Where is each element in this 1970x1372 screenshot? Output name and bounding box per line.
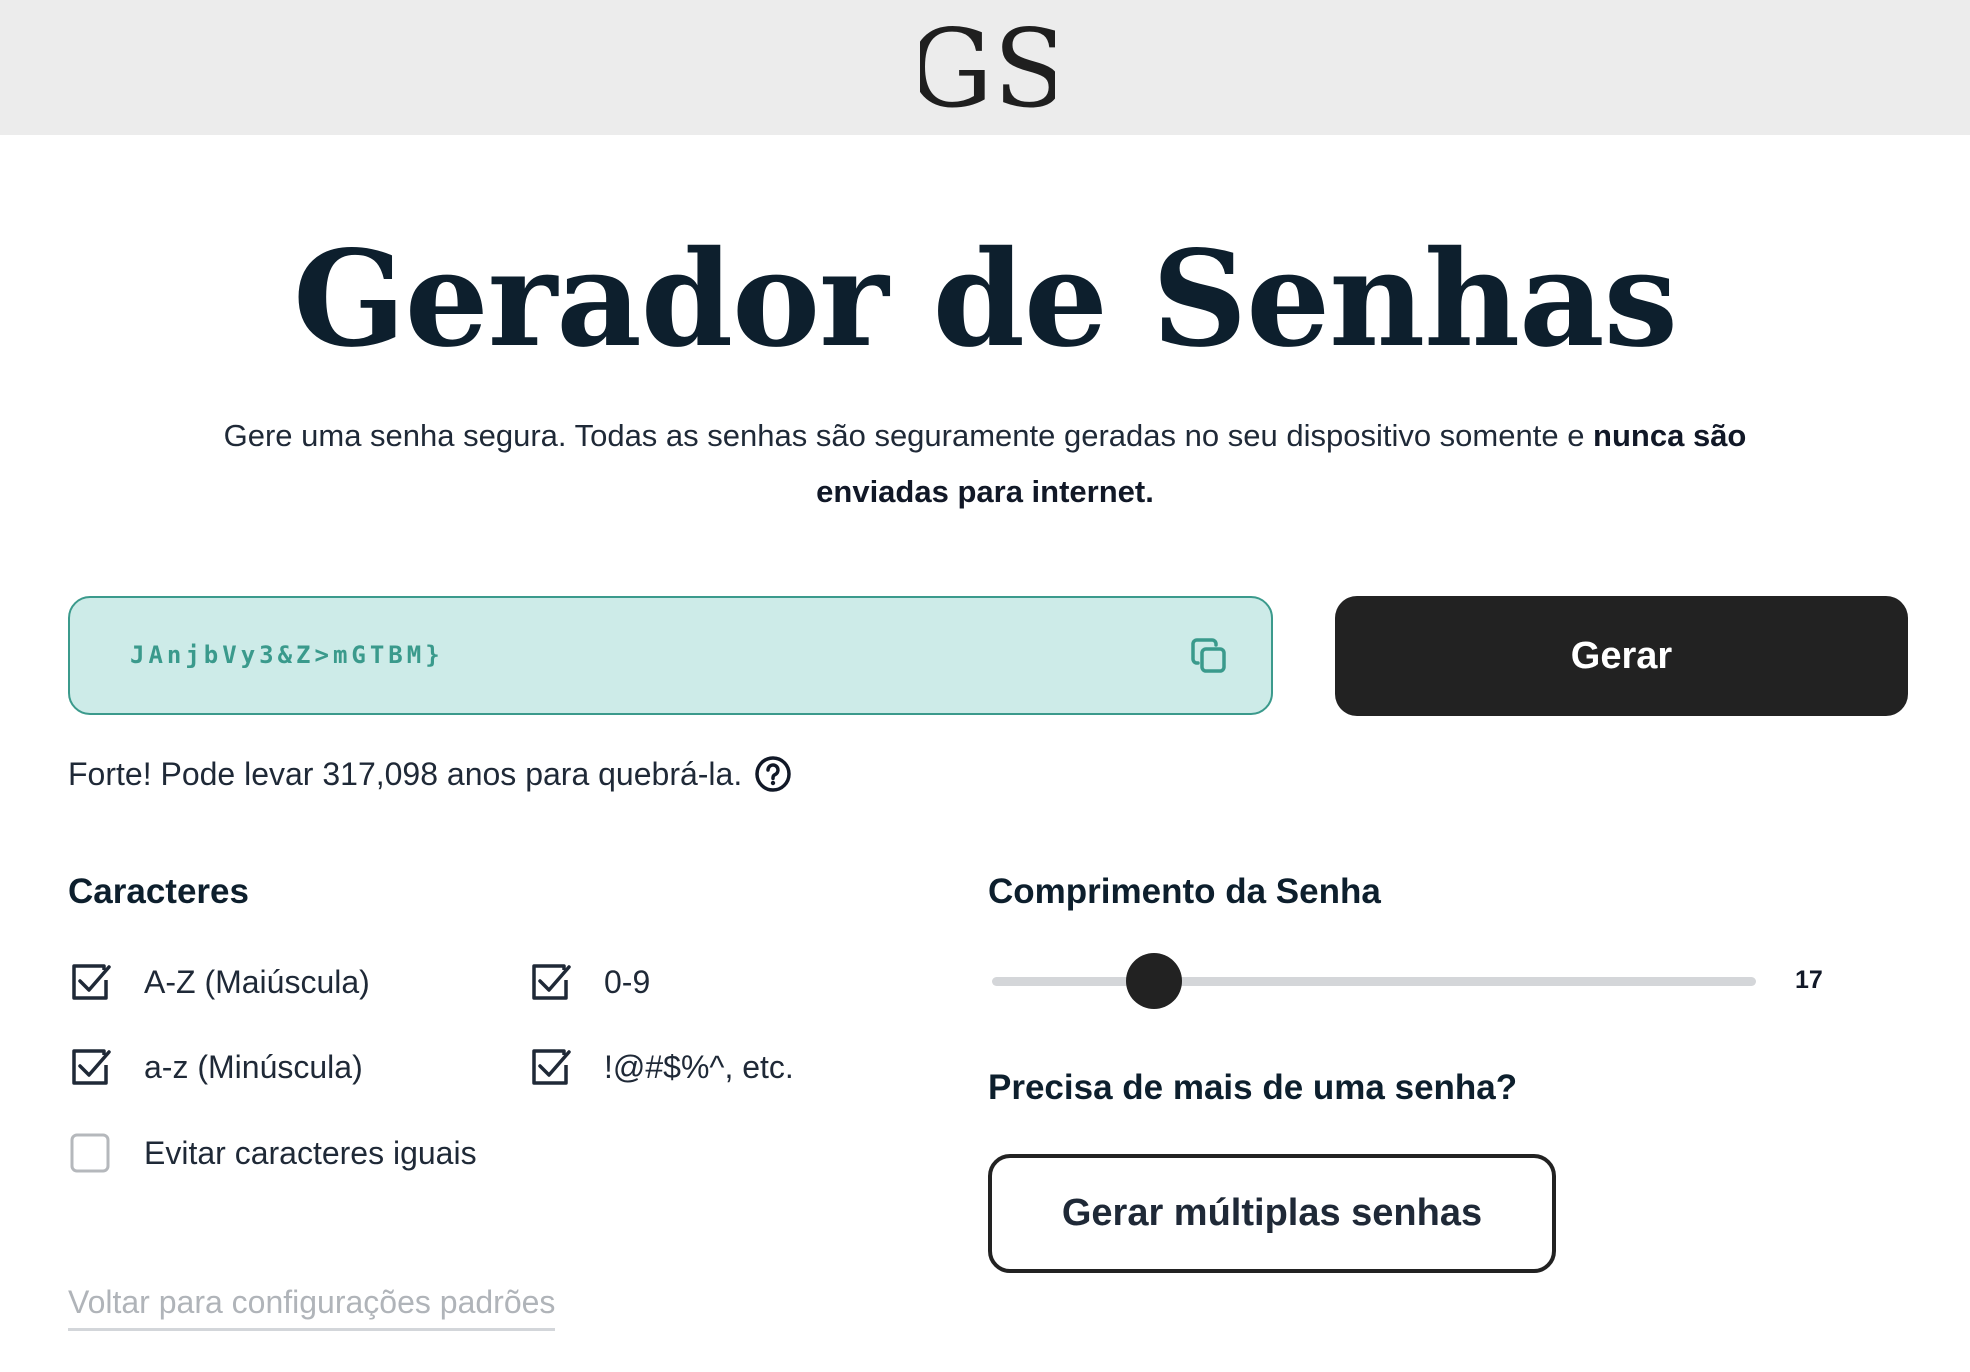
option-label: 0-9 [604,964,651,1000]
svg-text:GS: GS [920,8,1055,120]
option-label: a-z (Minúscula) [144,1049,363,1085]
generate-button[interactable]: Gerar [1335,596,1908,716]
generated-password[interactable]: JAnjbVy3&Z>mGTBM} [130,598,444,713]
question-circle-icon[interactable] [754,755,792,793]
option-label: !@#$%^, etc. [604,1049,794,1085]
checkbox-unchecked-icon[interactable] [68,1131,112,1175]
option-label: A-Z (Maiúscula) [144,964,370,1000]
option-symbols[interactable]: !@#$%^, etc. [528,1045,794,1089]
checkbox-checked-icon[interactable] [528,960,572,1004]
option-label: Evitar caracteres iguais [144,1135,477,1171]
checkbox-checked-icon[interactable] [68,960,112,1004]
length-title: Comprimento da Senha [988,872,1381,911]
option-avoid-repeats[interactable]: Evitar caracteres iguais [68,1131,477,1175]
copy-icon[interactable] [1189,636,1229,676]
strength-text: Forte! Pode levar 317,098 anos para queb… [68,756,743,792]
checkbox-checked-icon[interactable] [528,1045,572,1089]
subtitle-text: Gere uma senha segura. Todas as senhas s… [223,418,1594,453]
option-digits[interactable]: 0-9 [528,960,650,1004]
length-value: 17 [1795,966,1823,994]
option-lowercase[interactable]: a-z (Minúscula) [68,1045,363,1089]
characters-title: Caracteres [68,872,249,911]
slider-thumb[interactable] [1125,953,1182,1009]
reset-defaults-link[interactable]: Voltar para configurações padrões [68,1280,556,1331]
length-slider[interactable] [992,953,1756,1009]
checkbox-checked-icon[interactable] [68,1045,112,1089]
page-subtitle: Gere uma senha segura. Todas as senhas s… [215,408,1755,520]
top-header: GS [0,0,1970,135]
multiple-title: Precisa de mais de uma senha? [988,1068,1518,1107]
option-uppercase[interactable]: A-Z (Maiúscula) [68,960,370,1004]
gs-logo[interactable]: GS [920,8,1055,120]
page-title: Gerador de Senhas [293,222,1678,377]
generate-multiple-button[interactable]: Gerar múltiplas senhas [988,1154,1556,1273]
password-strength: Forte! Pode levar 317,098 anos para queb… [68,752,792,796]
password-display[interactable]: JAnjbVy3&Z>mGTBM} [68,596,1273,715]
